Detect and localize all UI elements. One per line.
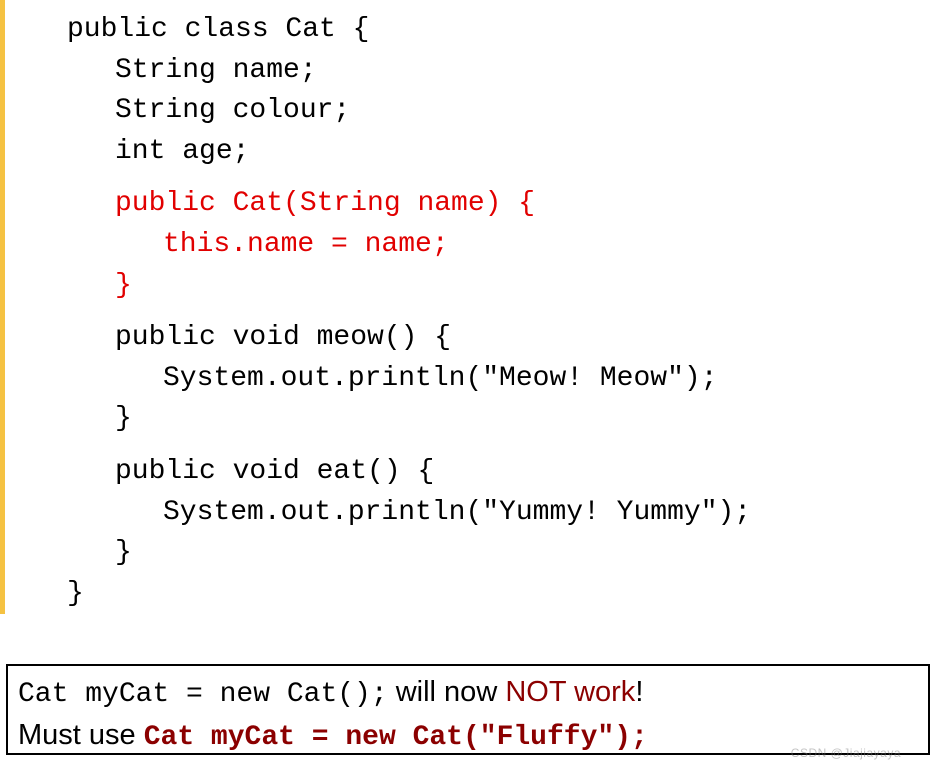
code-line-5: public Cat(String name) {: [67, 184, 936, 225]
code-line-10: }: [67, 399, 936, 440]
note-line-2: Must use Cat myCat = new Cat("Fluffy");: [18, 715, 918, 758]
spacer: [67, 172, 936, 184]
code-line-8: public void meow() {: [67, 318, 936, 359]
note-text-1: will now: [388, 676, 506, 708]
code-block: public class Cat { String name; String c…: [0, 0, 936, 614]
code-line-3: String colour;: [67, 91, 936, 132]
code-line-11: public void eat() {: [67, 452, 936, 493]
spacer: [67, 440, 936, 452]
note-box: Cat myCat = new Cat(); will now NOT work…: [6, 664, 930, 755]
code-line-4: int age;: [67, 132, 936, 173]
spacer: [67, 306, 936, 318]
code-line-2: String name;: [67, 51, 936, 92]
note-code-snippet-1: Cat myCat = new Cat();: [18, 679, 388, 710]
code-line-12: System.out.println("Yummy! Yummy");: [67, 493, 936, 534]
code-line-1: public class Cat {: [67, 10, 936, 51]
code-line-14: }: [67, 574, 936, 615]
note-highlight: NOT work: [505, 676, 635, 708]
note-text-end: !: [635, 676, 643, 708]
note-code-snippet-2: Cat myCat = new Cat("Fluffy");: [144, 722, 648, 753]
code-line-13: }: [67, 533, 936, 574]
watermark: CSDN @Jiajiayaya: [791, 746, 901, 760]
code-line-7: }: [67, 266, 936, 307]
note-text-2: Must use: [18, 719, 144, 751]
note-line-1: Cat myCat = new Cat(); will now NOT work…: [18, 672, 918, 715]
code-line-6: this.name = name;: [67, 225, 936, 266]
code-line-9: System.out.println("Meow! Meow");: [67, 359, 936, 400]
